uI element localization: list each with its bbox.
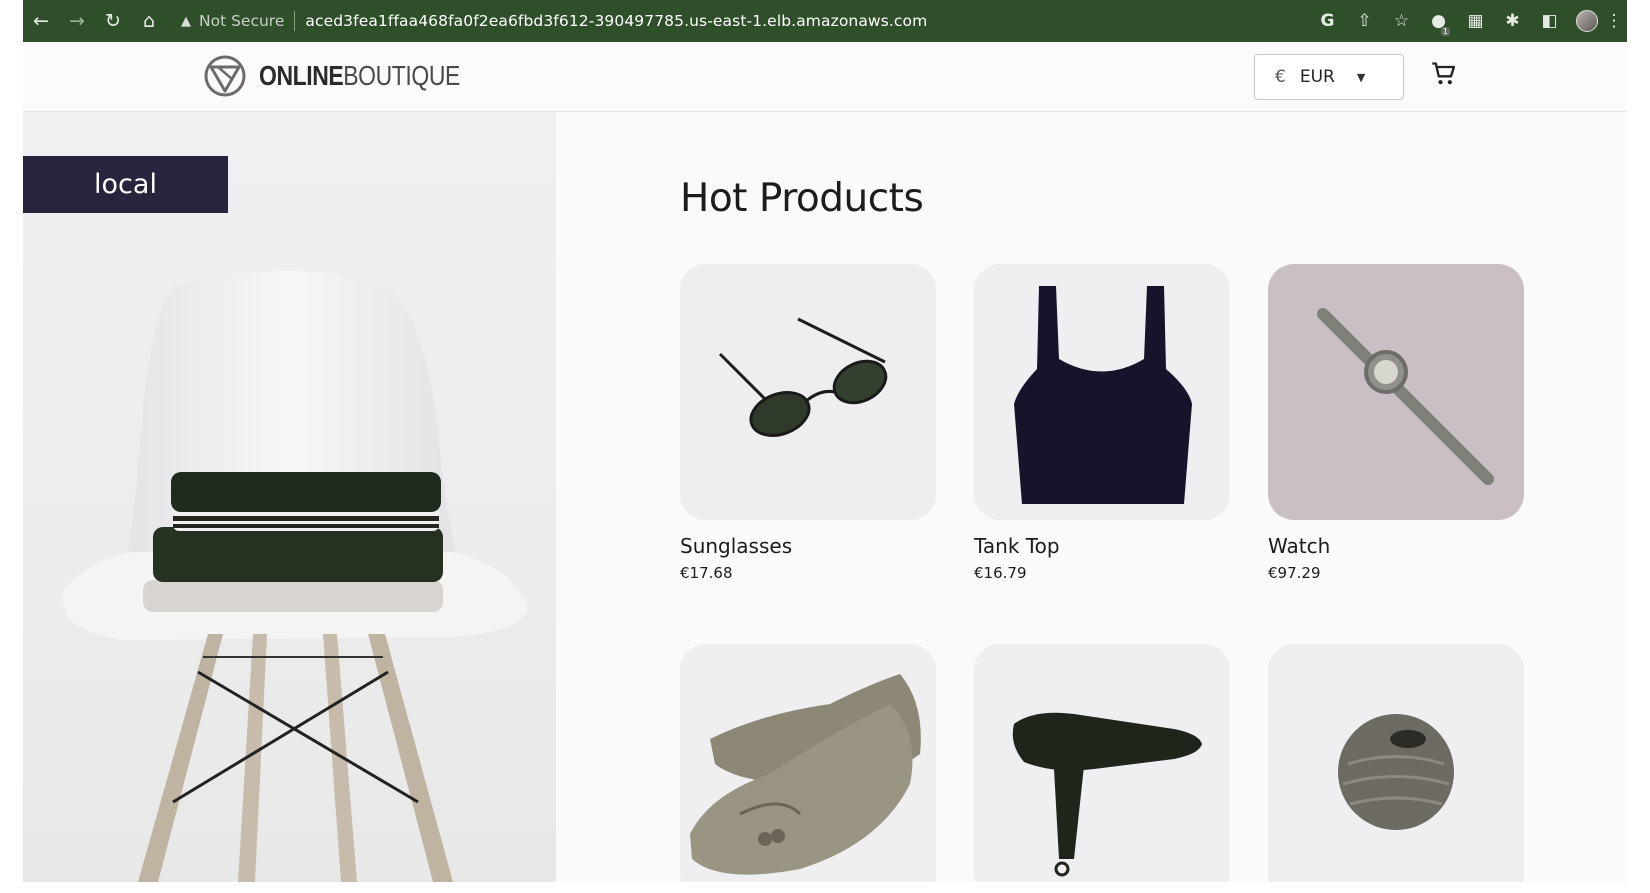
warning-icon: ▲ [181,13,191,29]
watch-icon [1268,264,1524,520]
not-secure-label: Not Secure [199,12,285,30]
sunglasses-image[interactable] [680,264,936,520]
profile-avatar[interactable] [1568,0,1605,42]
product-card-loafers[interactable] [680,644,936,882]
site-logo[interactable]: ONLINEBOUTIQUE [203,54,504,98]
site-header: ONLINEBOUTIQUE € EUR ▼ [23,42,1627,112]
loafers-icon [680,644,936,882]
reload-icon[interactable]: ↻ [95,0,131,42]
extension-badge: 1 [1440,27,1450,36]
sunglasses-icon [680,264,936,520]
home-icon[interactable]: ⌂ [131,0,167,42]
hero-image: local [23,112,556,882]
product-card-watch[interactable]: Watch €97.29 [1268,264,1524,582]
toolbar-actions: G ⇧ ☆ ● 1 ▦ ✱ ◧ ⋮ [1309,0,1623,42]
bookmark-star-icon[interactable]: ☆ [1383,0,1420,42]
share-icon[interactable]: ⇧ [1346,0,1383,42]
forward-icon[interactable]: → [59,0,95,42]
candle-holder-image[interactable] [1268,644,1524,882]
product-name[interactable]: Watch [1268,534,1524,558]
logo-text: ONLINEBOUTIQUE [259,60,460,91]
product-card-candle-holder[interactable] [1268,644,1524,882]
tank-top-icon [974,264,1230,520]
menu-kebab-icon[interactable]: ⋮ [1605,0,1623,42]
caret-down-icon: ▼ [1356,70,1366,84]
main-content: Hot Products Sunglasses €17.68 Tank Top … [556,112,1627,882]
product-name[interactable]: Sunglasses [680,534,936,558]
google-icon[interactable]: G [1309,0,1346,42]
hairdryer-icon [974,644,1230,882]
product-price: €16.79 [974,564,1027,582]
pdf-icon[interactable]: ▦ [1457,0,1494,42]
currency-symbol: € [1275,67,1286,87]
page-frame: ← → ↻ ⌂ ▲ Not Secure aced3fea1ffaa468fa0… [23,0,1627,882]
currency-code: EUR [1299,67,1335,87]
side-panel-icon[interactable]: ◧ [1531,0,1568,42]
candle-holder-icon [1268,644,1524,882]
hairdryer-image[interactable] [974,644,1230,882]
url-text[interactable]: aced3fea1ffaa468fa0f2ea6fbd3f612-3904977… [305,12,927,30]
currency-selector[interactable]: € EUR ▼ [1254,54,1404,100]
product-card-sunglasses[interactable]: Sunglasses €17.68 [680,264,936,582]
loafers-image[interactable] [680,644,936,882]
puzzle-icon[interactable]: ✱ [1494,0,1531,42]
cart-icon[interactable] [1430,60,1458,88]
section-title: Hot Products [680,176,924,221]
product-card-hairdryer[interactable] [974,644,1230,882]
address-bar[interactable]: ▲ Not Secure aced3fea1ffaa468fa0f2ea6fbd… [181,11,927,31]
product-price: €17.68 [680,564,733,582]
watch-image[interactable] [1268,264,1524,520]
cluster-badge: local [23,156,228,213]
product-name[interactable]: Tank Top [974,534,1230,558]
browser-toolbar: ← → ↻ ⌂ ▲ Not Secure aced3fea1ffaa468fa0… [23,0,1627,42]
product-card-tank-top[interactable]: Tank Top €16.79 [974,264,1230,582]
back-icon[interactable]: ← [23,0,59,42]
product-price: €97.29 [1268,564,1321,582]
tank-top-image[interactable] [974,264,1230,520]
extension-icon[interactable]: ● 1 [1420,0,1457,42]
logo-icon [204,55,246,97]
address-separator [294,11,296,31]
chair-illustration [62,270,529,882]
